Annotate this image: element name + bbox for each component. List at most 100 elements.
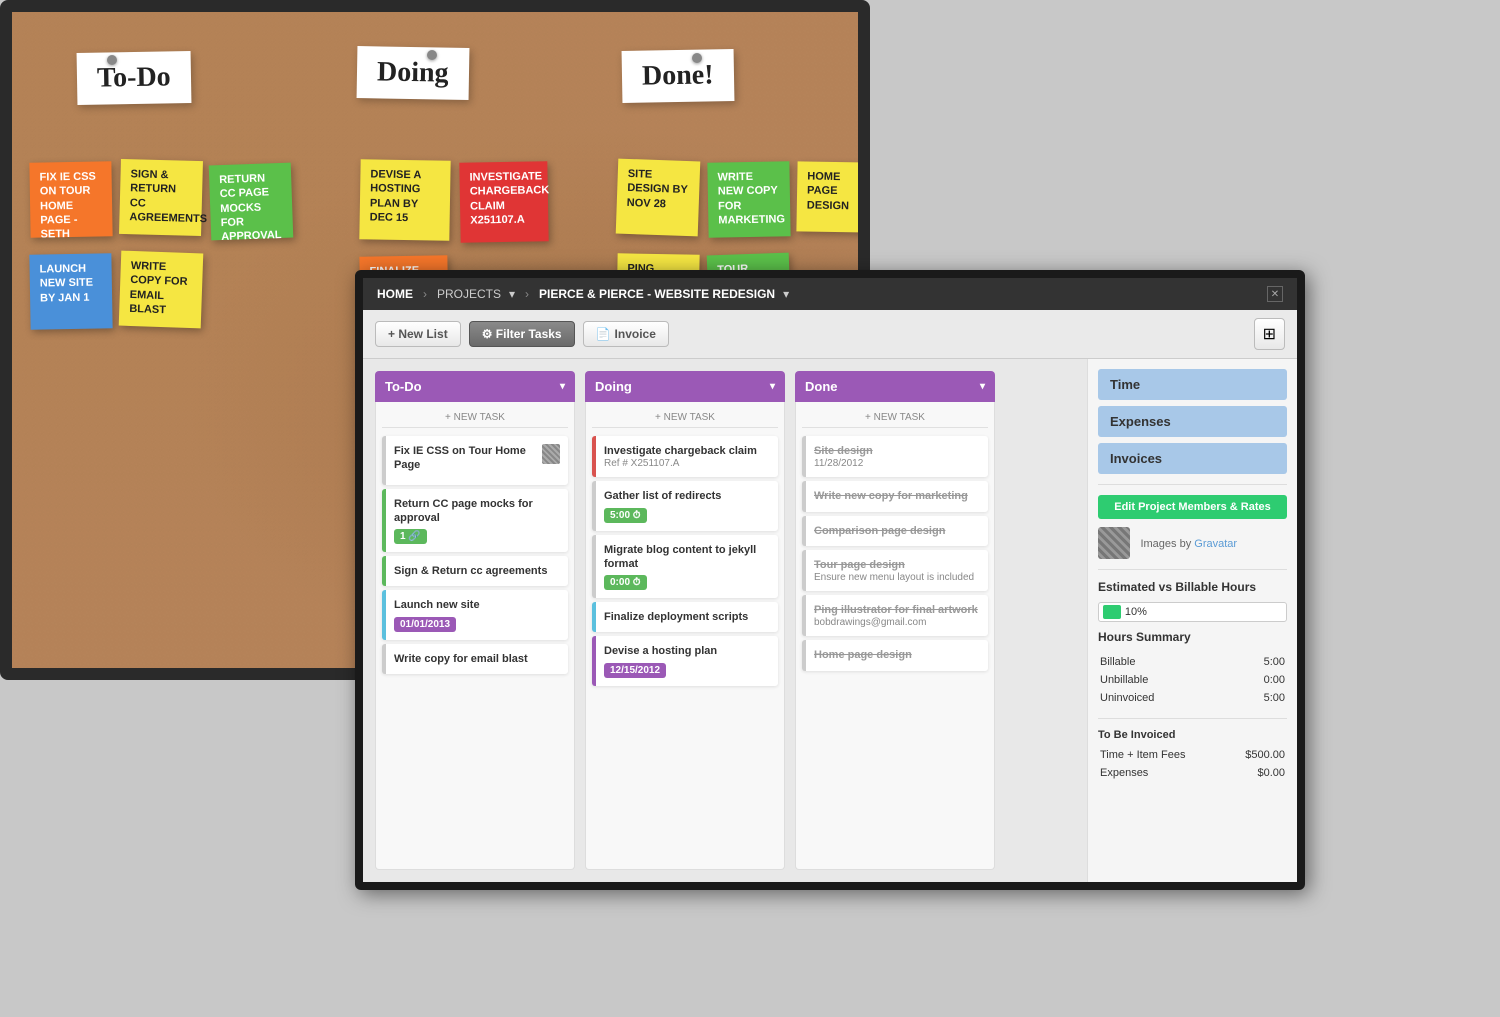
hours-label: Unbillable xyxy=(1100,672,1231,688)
task-timer-badge: 0:00 ⏱ xyxy=(604,575,647,590)
col-title-done: Done xyxy=(805,379,838,394)
nav-home[interactable]: HOME xyxy=(377,287,413,301)
close-button[interactable]: ✕ xyxy=(1267,286,1283,302)
task-date-badge: 01/01/2013 xyxy=(394,617,456,632)
sticky-note: RETURN CC PAGE MOCKS FOR APPROVAL xyxy=(209,163,294,241)
divider xyxy=(1098,718,1287,719)
table-row: Expenses $0.00 xyxy=(1100,765,1285,781)
task-card[interactable]: Return CC page mocks for approval 1 🔗 xyxy=(382,489,568,553)
task-card[interactable]: Fix IE CSS on Tour Home Page xyxy=(382,436,568,485)
table-row: Unbillable 0:00 xyxy=(1100,672,1285,688)
task-card[interactable]: Write new copy for marketing xyxy=(802,481,988,511)
task-title: Write copy for email blast xyxy=(394,653,528,665)
nav-projects[interactable]: PROJECTS xyxy=(437,287,501,301)
new-list-button[interactable]: + New List xyxy=(375,321,461,347)
task-title: Return CC page mocks for approval xyxy=(394,498,533,524)
time-button[interactable]: Time xyxy=(1098,369,1287,400)
task-card[interactable]: Write copy for email blast xyxy=(382,644,568,674)
task-title: Devise a hosting plan xyxy=(604,645,717,657)
col-chevron-todo[interactable]: ▾ xyxy=(560,381,565,392)
nav-sep1: › xyxy=(423,287,427,301)
sticky-note: DEVISE A HOSTING PLAN BY DEC 15 xyxy=(359,159,450,241)
new-task-done[interactable]: + NEW TASK xyxy=(802,408,988,428)
task-title: Write new copy for marketing xyxy=(814,490,968,502)
task-title: Launch new site xyxy=(394,599,480,611)
task-card[interactable]: Gather list of redirects 5:00 ⏱ xyxy=(592,481,778,530)
hours-label: Billable xyxy=(1100,654,1231,670)
invoice-value: $0.00 xyxy=(1227,765,1285,781)
col-body-done: + NEW TASK Site design 11/28/2012 Write … xyxy=(795,402,995,870)
column-done: Done ▾ + NEW TASK Site design 11/28/2012… xyxy=(795,371,995,870)
task-card[interactable]: Comparison page design xyxy=(802,516,988,546)
column-todo: To-Do ▾ + NEW TASK Fix IE CSS on Tour Ho… xyxy=(375,371,575,870)
thumbtack xyxy=(107,55,117,65)
task-card[interactable]: Tour page design Ensure new menu layout … xyxy=(802,550,988,591)
task-meta: Ensure new menu layout is included xyxy=(814,572,980,583)
invoice-button[interactable]: 📄 Invoice xyxy=(583,321,669,347)
nav-project-name[interactable]: PIERCE & PIERCE - WEBSITE REDESIGN xyxy=(539,287,775,301)
gravatar-text: Images by Gravatar xyxy=(1140,538,1237,550)
task-title: Tour page design xyxy=(814,559,905,571)
task-card[interactable]: Migrate blog content to jekyll format 0:… xyxy=(592,535,778,599)
nav-projects-arrow[interactable]: ▾ xyxy=(509,287,515,301)
app-main: To-Do ▾ + NEW TASK Fix IE CSS on Tour Ho… xyxy=(363,359,1297,882)
task-badge: 1 🔗 xyxy=(394,529,427,544)
col-header-done: Done ▾ xyxy=(795,371,995,402)
col-chevron-doing[interactable]: ▾ xyxy=(770,381,775,392)
invoice-value: $500.00 xyxy=(1227,747,1285,763)
sticky-note: LAUNCH NEW SITE BY JAN 1 xyxy=(29,253,112,329)
task-meta: bobdrawings@gmail.com xyxy=(814,617,980,628)
invoice-label: Expenses xyxy=(1100,765,1225,781)
divider xyxy=(1098,484,1287,485)
col-header-todo: To-Do ▾ xyxy=(375,371,575,402)
task-card[interactable]: Home page design xyxy=(802,640,988,670)
task-card[interactable]: Site design 11/28/2012 xyxy=(802,436,988,477)
estimated-hours-title: Estimated vs Billable Hours xyxy=(1098,580,1287,594)
sticky-note: SITE DESIGN BY NOV 28 xyxy=(616,159,701,237)
done-label: Done! xyxy=(622,49,734,103)
col-title-doing: Doing xyxy=(595,379,632,394)
sticky-note: SIGN & RETURN CC AGREEMENTS xyxy=(119,159,203,236)
task-title: Investigate chargeback claim xyxy=(604,445,757,457)
nav-project-arrow[interactable]: ▾ xyxy=(783,287,789,301)
new-task-doing[interactable]: + NEW TASK xyxy=(592,408,778,428)
invoices-button[interactable]: Invoices xyxy=(1098,443,1287,474)
sticky-note: WRITE NEW COPY FOR MARKETING xyxy=(707,161,790,237)
thumbtack xyxy=(692,53,702,63)
divider xyxy=(1098,569,1287,570)
task-date-badge: 12/15/2012 xyxy=(604,663,666,678)
task-title: Comparison page design xyxy=(814,525,945,537)
gravatar-link[interactable]: Gravatar xyxy=(1194,538,1237,550)
grid-view-button[interactable]: ⊞ xyxy=(1254,318,1285,350)
col-title-todo: To-Do xyxy=(385,379,422,394)
task-title: Ping illustrator for final artwork xyxy=(814,604,978,616)
app-toolbar: + New List ⚙ Filter Tasks 📄 Invoice ⊞ xyxy=(363,310,1297,359)
progress-bar: 10% xyxy=(1098,602,1287,622)
progress-label: 10% xyxy=(1125,606,1147,618)
hours-label: Uninvoiced xyxy=(1100,690,1231,706)
hours-value: 5:00 xyxy=(1233,654,1285,670)
task-date: 11/28/2012 xyxy=(814,458,980,469)
thumbtack xyxy=(427,50,437,60)
task-title: Finalize deployment scripts xyxy=(604,611,748,623)
task-card[interactable]: Investigate chargeback claim Ref # X2511… xyxy=(592,436,778,477)
to-be-invoiced-title: To Be Invoiced xyxy=(1098,729,1287,741)
task-card[interactable]: Launch new site 01/01/2013 xyxy=(382,590,568,639)
task-card[interactable]: Finalize deployment scripts xyxy=(592,602,778,632)
new-task-todo[interactable]: + NEW TASK xyxy=(382,408,568,428)
task-card[interactable]: Sign & Return cc agreements xyxy=(382,556,568,586)
sticky-note: INVESTIGATE CHARGEBACK CLAIM X251107.A xyxy=(459,161,548,243)
task-title: Gather list of redirects xyxy=(604,490,721,502)
todo-label: To-Do xyxy=(77,51,192,105)
table-row: Time + Item Fees $500.00 xyxy=(1100,747,1285,763)
filter-tasks-button[interactable]: ⚙ Filter Tasks xyxy=(469,321,575,347)
doing-label: Doing xyxy=(357,46,469,100)
task-title: Fix IE CSS on Tour Home Page xyxy=(394,444,542,473)
edit-members-button[interactable]: Edit Project Members & Rates xyxy=(1098,495,1287,519)
col-chevron-done[interactable]: ▾ xyxy=(980,381,985,392)
hours-table: Billable 5:00 Unbillable 0:00 Uninvoiced… xyxy=(1098,652,1287,708)
expenses-button[interactable]: Expenses xyxy=(1098,406,1287,437)
task-card[interactable]: Ping illustrator for final artwork bobdr… xyxy=(802,595,988,636)
gravatar-section: Images by Gravatar xyxy=(1098,527,1287,559)
task-card[interactable]: Devise a hosting plan 12/15/2012 xyxy=(592,636,778,685)
